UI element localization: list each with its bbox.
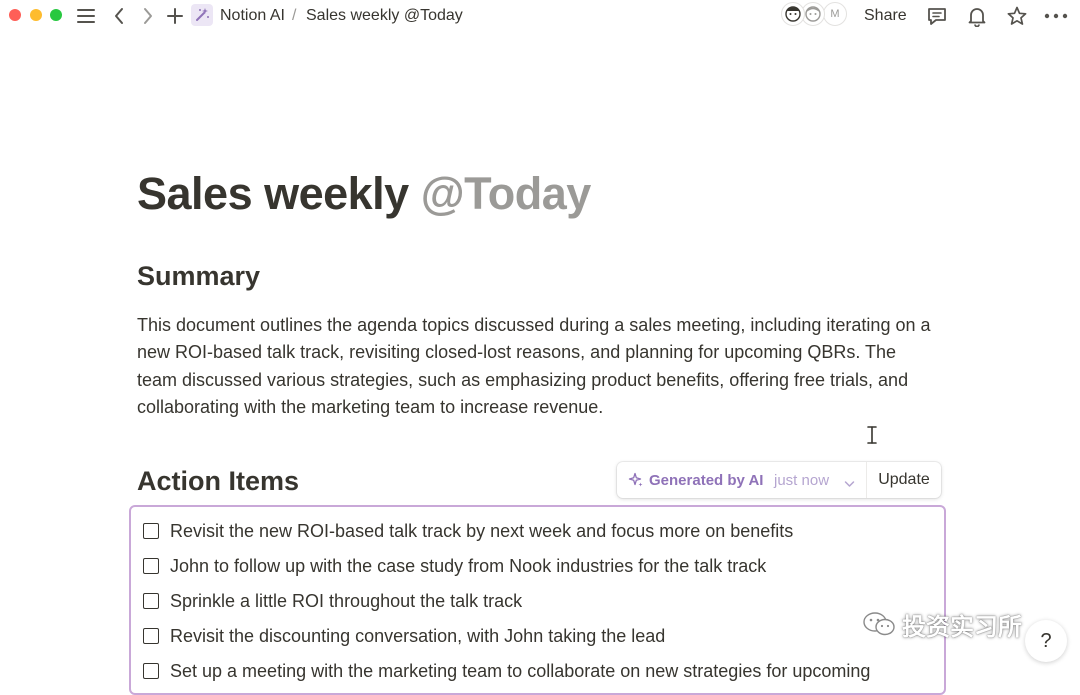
forward-icon[interactable] bbox=[138, 5, 158, 27]
summary-heading[interactable]: Summary bbox=[137, 259, 260, 293]
todo-text[interactable]: Revisit the new ROI-based talk track by … bbox=[170, 521, 793, 542]
todo-text[interactable]: Sprinkle a little ROI throughout the tal… bbox=[170, 591, 522, 612]
more-icon[interactable] bbox=[1043, 4, 1069, 28]
generated-by-ai-label: Generated by AI bbox=[649, 472, 764, 489]
comment-icon[interactable] bbox=[925, 4, 949, 28]
ai-block: Revisit the new ROI-based talk track by … bbox=[129, 505, 946, 695]
update-button[interactable]: Update bbox=[867, 462, 941, 498]
help-button[interactable]: ? bbox=[1025, 620, 1067, 662]
close-window-button[interactable] bbox=[9, 9, 21, 21]
todo-checkbox[interactable] bbox=[143, 523, 159, 539]
collaborator-avatars[interactable]: M bbox=[781, 2, 851, 28]
todo-checkbox[interactable] bbox=[143, 628, 159, 644]
todo-checkbox[interactable] bbox=[143, 593, 159, 609]
todo-item: John to follow up with the case study fr… bbox=[143, 554, 933, 578]
share-button[interactable]: Share bbox=[864, 7, 907, 25]
todo-item: Sprinkle a little ROI throughout the tal… bbox=[143, 589, 933, 613]
back-icon[interactable] bbox=[109, 5, 129, 27]
avatar[interactable] bbox=[781, 2, 805, 26]
date-mention[interactable]: @Today bbox=[421, 168, 592, 219]
generated-time: just now bbox=[774, 472, 830, 489]
chevron-down-icon bbox=[844, 475, 855, 493]
summary-paragraph[interactable]: This document outlines the agenda topics… bbox=[137, 312, 937, 421]
top-bar: Notion AI / Sales weekly @Today M Share bbox=[0, 0, 1080, 32]
bell-icon[interactable] bbox=[965, 4, 989, 28]
breadcrumb-separator: / bbox=[292, 7, 297, 24]
todo-text[interactable]: John to follow up with the case study fr… bbox=[170, 556, 766, 577]
plus-icon[interactable] bbox=[164, 5, 186, 27]
watermark-text: 投资实习所 bbox=[902, 613, 1022, 641]
action-items-heading[interactable]: Action Items bbox=[137, 464, 299, 498]
text-cursor-icon bbox=[866, 425, 878, 450]
ai-generated-dropdown[interactable]: Generated by AI just now bbox=[617, 462, 865, 498]
star-icon[interactable] bbox=[1005, 4, 1029, 28]
todo-item: Revisit the discounting conversation, wi… bbox=[143, 624, 933, 648]
todo-item: Revisit the new ROI-based talk track by … bbox=[143, 519, 933, 543]
todo-checkbox[interactable] bbox=[143, 663, 159, 679]
page-title[interactable]: Sales weekly @Today bbox=[137, 168, 591, 220]
avatar-initial[interactable]: M bbox=[823, 2, 847, 26]
todo-checkbox[interactable] bbox=[143, 558, 159, 574]
breadcrumb-current[interactable]: Sales weekly @Today bbox=[306, 7, 463, 25]
breadcrumb-parent[interactable]: Notion AI bbox=[220, 7, 285, 25]
minimize-window-button[interactable] bbox=[30, 9, 42, 21]
menu-icon[interactable] bbox=[75, 5, 97, 27]
page-title-text[interactable]: Sales weekly bbox=[137, 168, 409, 219]
sparkle-icon bbox=[628, 472, 644, 493]
watermark: 投资实习所 bbox=[862, 606, 1022, 642]
wechat-icon bbox=[863, 612, 895, 636]
todo-item: Set up a meeting with the marketing team… bbox=[143, 659, 933, 683]
todo-text[interactable]: Revisit the discounting conversation, wi… bbox=[170, 626, 665, 647]
magic-wand-icon bbox=[191, 4, 213, 26]
ai-generation-toolbar: Generated by AI just now Update bbox=[617, 462, 941, 498]
zoom-window-button[interactable] bbox=[50, 9, 62, 21]
